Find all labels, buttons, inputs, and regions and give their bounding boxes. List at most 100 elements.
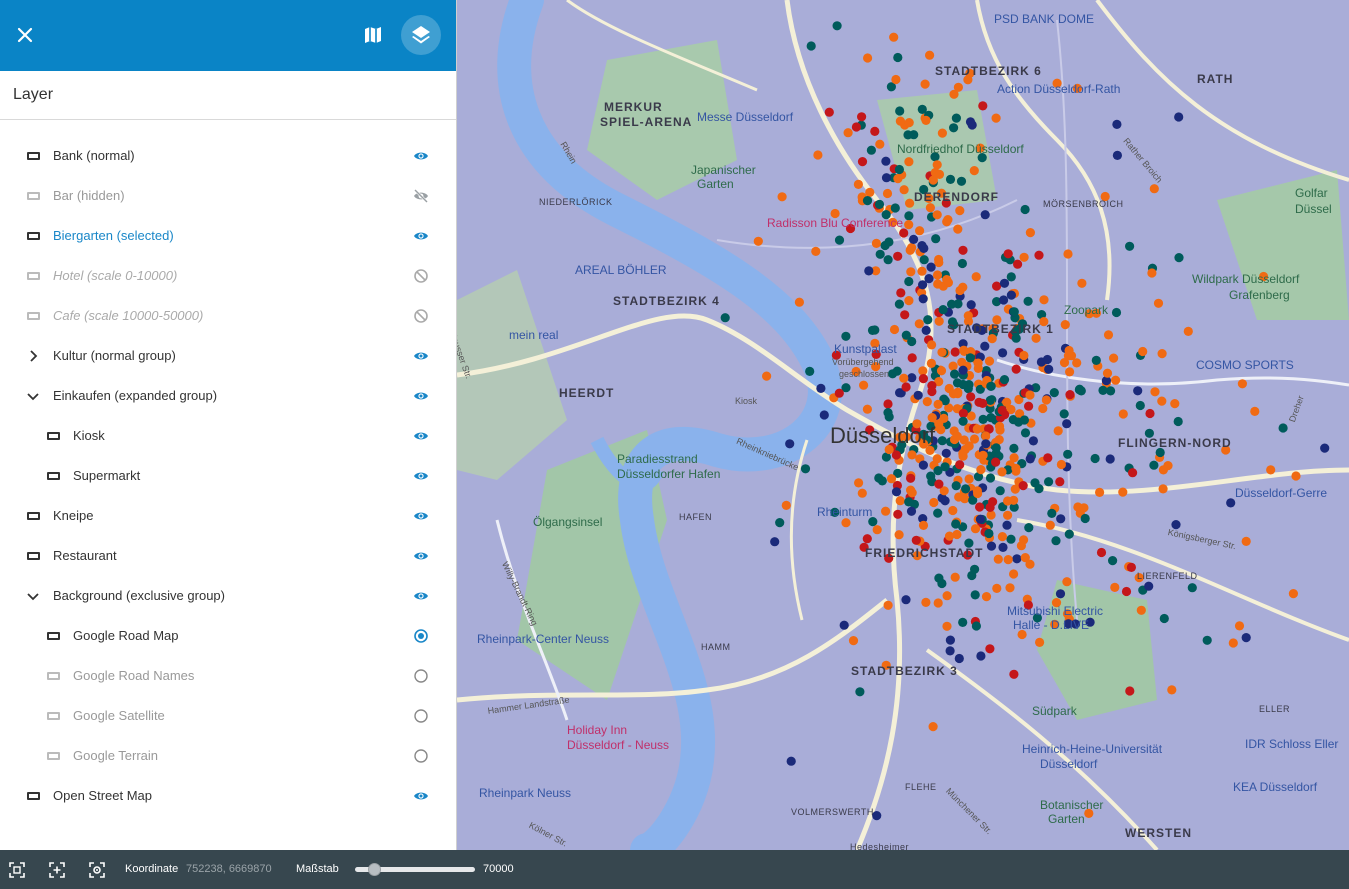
locate-button[interactable] — [88, 861, 106, 879]
poi-marker[interactable] — [933, 399, 943, 409]
poi-marker[interactable] — [1077, 278, 1087, 288]
poi-marker[interactable] — [1065, 390, 1075, 400]
poi-marker[interactable] — [969, 434, 980, 444]
poi-marker[interactable] — [862, 404, 872, 414]
poi-marker[interactable] — [1125, 241, 1135, 251]
poi-marker[interactable] — [893, 174, 903, 184]
poi-marker[interactable] — [917, 266, 927, 276]
poi-marker[interactable] — [999, 375, 1010, 385]
radio-unchecked-icon[interactable] — [412, 748, 430, 764]
layer-row[interactable]: Kneipe — [0, 496, 456, 536]
poi-marker[interactable] — [958, 365, 968, 375]
poi-marker[interactable] — [880, 240, 890, 251]
poi-marker[interactable] — [942, 591, 952, 601]
poi-marker[interactable] — [865, 187, 875, 197]
poi-marker[interactable] — [1060, 320, 1070, 330]
poi-marker[interactable] — [961, 484, 971, 494]
radio-unchecked-icon[interactable] — [412, 708, 430, 724]
poi-marker[interactable] — [965, 117, 976, 127]
poi-marker[interactable] — [1135, 400, 1145, 411]
poi-marker[interactable] — [875, 249, 885, 259]
poi-marker[interactable] — [1183, 326, 1193, 336]
poi-marker[interactable] — [1023, 296, 1033, 306]
poi-marker[interactable] — [964, 474, 974, 484]
poi-marker[interactable] — [901, 330, 911, 340]
poi-marker[interactable] — [934, 169, 945, 179]
poi-marker[interactable] — [951, 519, 961, 529]
poi-marker[interactable] — [958, 408, 968, 418]
poi-marker[interactable] — [948, 505, 958, 516]
poi-marker[interactable] — [905, 245, 915, 255]
poi-marker[interactable] — [905, 198, 915, 208]
poi-marker[interactable] — [1138, 346, 1148, 357]
poi-marker[interactable] — [832, 21, 842, 31]
poi-marker[interactable] — [1126, 562, 1136, 573]
poi-marker[interactable] — [929, 497, 939, 508]
poi-marker[interactable] — [934, 573, 944, 583]
poi-marker[interactable] — [906, 473, 916, 483]
poi-marker[interactable] — [1055, 477, 1065, 487]
poi-marker[interactable] — [1072, 358, 1082, 368]
poi-marker[interactable] — [1133, 386, 1143, 396]
poi-marker[interactable] — [1028, 436, 1038, 446]
poi-marker[interactable] — [863, 53, 873, 63]
poi-marker[interactable] — [948, 361, 958, 371]
poi-marker[interactable] — [947, 299, 957, 309]
poi-marker[interactable] — [857, 488, 867, 498]
poi-marker[interactable] — [720, 313, 730, 323]
poi-marker[interactable] — [1025, 390, 1035, 400]
poi-marker[interactable] — [890, 203, 900, 213]
poi-marker[interactable] — [899, 185, 909, 195]
poi-marker[interactable] — [948, 389, 959, 399]
poi-marker[interactable] — [1006, 290, 1017, 300]
poi-marker[interactable] — [1009, 453, 1019, 463]
poi-marker[interactable] — [974, 397, 984, 407]
poi-marker[interactable] — [938, 305, 948, 315]
poi-marker[interactable] — [995, 486, 1005, 496]
poi-marker[interactable] — [928, 722, 938, 732]
poi-marker[interactable] — [925, 50, 935, 60]
poi-marker[interactable] — [881, 506, 891, 516]
poi-marker[interactable] — [941, 448, 951, 458]
poi-marker[interactable] — [1096, 547, 1107, 558]
poi-marker[interactable] — [1266, 465, 1276, 475]
poi-marker[interactable] — [1003, 249, 1013, 259]
poi-marker[interactable] — [942, 275, 952, 285]
poi-marker[interactable] — [984, 528, 994, 539]
poi-marker[interactable] — [1111, 307, 1122, 318]
poi-marker[interactable] — [1045, 520, 1055, 530]
poi-marker[interactable] — [853, 179, 863, 189]
poi-marker[interactable] — [921, 597, 931, 608]
poi-marker[interactable] — [888, 369, 898, 379]
poi-marker[interactable] — [1241, 536, 1251, 547]
poi-marker[interactable] — [813, 150, 823, 160]
poi-marker[interactable] — [770, 537, 780, 547]
poi-marker[interactable] — [1065, 367, 1075, 377]
poi-marker[interactable] — [972, 486, 983, 496]
poi-marker[interactable] — [921, 325, 931, 335]
visibility-icon[interactable] — [412, 148, 430, 164]
poi-marker[interactable] — [906, 267, 916, 277]
poi-marker[interactable] — [1111, 375, 1121, 385]
poi-marker[interactable] — [1226, 498, 1236, 508]
poi-marker[interactable] — [963, 311, 973, 321]
poi-marker[interactable] — [1158, 465, 1168, 475]
poi-marker[interactable] — [952, 378, 963, 388]
poi-marker[interactable] — [1005, 583, 1015, 593]
poi-marker[interactable] — [1090, 453, 1100, 464]
poi-marker[interactable] — [1006, 534, 1016, 544]
poi-marker[interactable] — [901, 595, 911, 605]
poi-marker[interactable] — [903, 130, 913, 140]
poi-marker[interactable] — [1019, 252, 1029, 262]
poi-marker[interactable] — [904, 497, 914, 507]
poi-marker[interactable] — [1019, 415, 1029, 425]
poi-marker[interactable] — [973, 358, 983, 368]
poi-marker[interactable] — [1125, 686, 1135, 696]
poi-marker[interactable] — [824, 107, 834, 117]
poi-marker[interactable] — [899, 373, 909, 383]
poi-marker[interactable] — [991, 443, 1001, 453]
poi-marker[interactable] — [1018, 481, 1028, 491]
poi-marker[interactable] — [991, 113, 1001, 123]
poi-marker[interactable] — [1118, 487, 1128, 497]
poi-marker[interactable] — [851, 122, 861, 132]
